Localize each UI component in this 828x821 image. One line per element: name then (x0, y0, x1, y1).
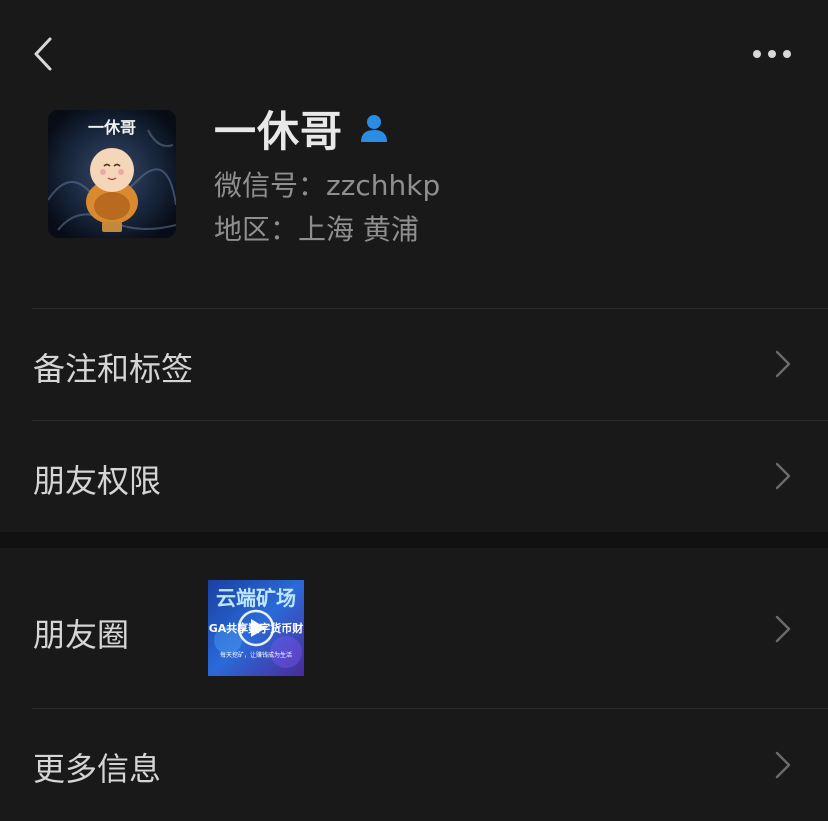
back-arrow-icon (34, 37, 52, 71)
thumbnail-caption: 每天挖矿，让赚钱成为生活 (219, 652, 292, 659)
back-button[interactable] (30, 36, 58, 72)
row-more-info[interactable]: 更多信息 (0, 708, 828, 821)
chevron-right-icon (775, 350, 791, 378)
moments-thumbnail[interactable]: 云端矿场 GA共享数字货币财 每天挖矿，让赚钱成为生活 (208, 580, 304, 676)
contact-name: 一休哥 (214, 106, 344, 156)
row-moments-label: 朋友圈 (33, 616, 130, 654)
person-icon (357, 111, 391, 145)
region: 地区：上海 黄浦 (214, 213, 419, 246)
avatar-caption: 一休哥 (87, 118, 136, 137)
row-remarks-tags-label: 备注和标签 (33, 350, 194, 388)
chevron-right-icon (775, 462, 791, 490)
chevron-right-icon (775, 615, 791, 643)
section-separator (0, 532, 828, 548)
more-dots-icon (753, 50, 791, 58)
row-friend-permissions[interactable]: 朋友权限 (0, 420, 828, 532)
row-more-info-label: 更多信息 (33, 750, 162, 788)
row-remarks-tags[interactable]: 备注和标签 (0, 308, 828, 420)
thumbnail-title: 云端矿场 (216, 586, 296, 610)
contact-profile-page: 一休哥 一休哥 微信号：zzchhkp 地区：上海 黄浦 备注和标签 朋友权限 … (0, 0, 828, 821)
wechat-id: 微信号：zzchhkp (214, 169, 441, 202)
more-button[interactable] (752, 42, 792, 66)
chevron-right-icon (775, 751, 791, 779)
avatar[interactable]: 一休哥 (48, 110, 176, 238)
row-friend-permissions-label: 朋友权限 (33, 462, 162, 500)
row-moments[interactable]: 朋友圈 (0, 548, 828, 708)
name-row: 一休哥 (214, 98, 391, 158)
thumbnail-subtitle: GA共享数字货币财 (208, 622, 304, 635)
